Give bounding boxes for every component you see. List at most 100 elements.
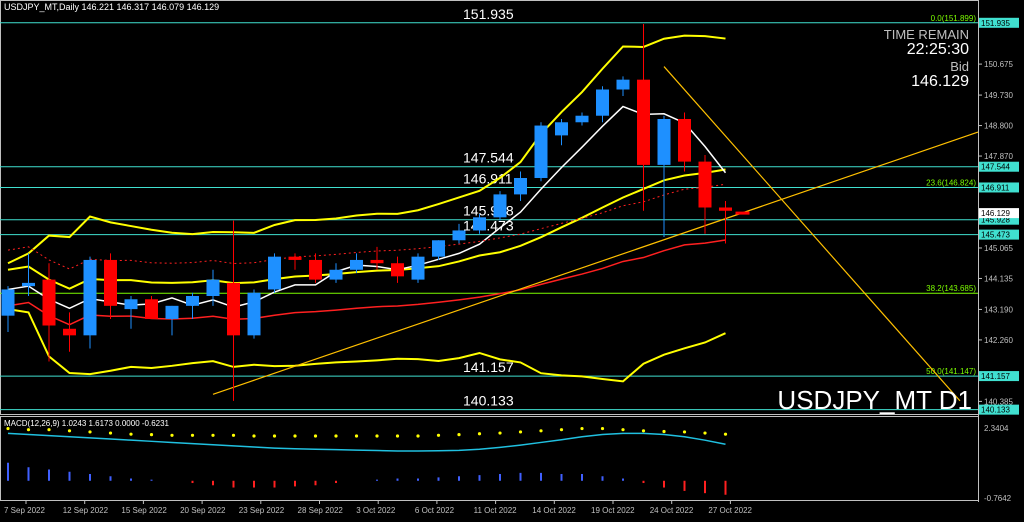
macd-dot	[600, 426, 605, 431]
candle-body	[575, 115, 589, 123]
candle-body	[637, 79, 650, 165]
candle-body	[657, 119, 671, 165]
bid-value: 146.129	[911, 73, 969, 90]
candle-body	[22, 282, 35, 287]
candle[interactable]	[698, 155, 712, 234]
candle[interactable]	[227, 220, 240, 401]
macd-dot	[272, 434, 277, 438]
candle[interactable]	[514, 171, 527, 201]
macd-dot	[108, 431, 113, 435]
candle[interactable]	[247, 289, 261, 339]
level-price-tag-label: 145.473	[981, 231, 1010, 240]
candle[interactable]	[432, 240, 445, 260]
symbol-header: USDJPY_MT,Daily 146.221 146.317 146.079 …	[4, 2, 219, 12]
candle-body	[247, 292, 261, 336]
macd-dot	[231, 433, 236, 437]
candle[interactable]	[329, 263, 343, 283]
macd-dot	[88, 430, 92, 434]
candle-body	[432, 240, 445, 257]
trendline-rising[interactable]	[212, 131, 979, 395]
macd-dot	[580, 426, 584, 431]
time-tick-label: 24 Oct 2022	[650, 506, 694, 515]
level-price-tag-label: 147.544	[981, 163, 1010, 172]
candle[interactable]	[616, 76, 630, 97]
candle[interactable]	[124, 296, 138, 329]
trading-chart-window[interactable]: 151.935 0.0(151.899) 147.544 146.911 23.6(14…	[0, 0, 1024, 522]
candle-body	[268, 256, 281, 290]
current-price-marker	[735, 211, 750, 215]
price-chart[interactable]: 151.935 0.0(151.899) 147.544 146.911 23.6(14…	[0, 0, 1024, 522]
candle[interactable]	[288, 253, 302, 270]
candle[interactable]	[83, 256, 97, 349]
candle-body	[1, 289, 15, 316]
level-label: 147.544	[463, 150, 514, 166]
candle-body	[206, 279, 220, 296]
candle-body	[104, 259, 117, 306]
macd-dot	[252, 434, 256, 438]
candle[interactable]	[534, 122, 548, 182]
candle-body	[555, 122, 568, 136]
candle-body	[350, 259, 363, 270]
candle[interactable]	[555, 119, 568, 146]
candle[interactable]	[637, 23, 650, 211]
candle[interactable]	[63, 312, 76, 352]
candle-body	[452, 230, 466, 241]
candle[interactable]	[596, 86, 609, 123]
candle[interactable]	[719, 200, 732, 244]
candle[interactable]	[165, 305, 179, 336]
level-lines: 151.935 0.0(151.899)147.544146.911 23.6(14…	[0, 6, 978, 411]
candle-body	[514, 178, 527, 195]
candle[interactable]	[391, 256, 404, 283]
candle[interactable]	[1, 286, 15, 333]
macd-tick-label: 2.3404	[984, 424, 1009, 433]
candle[interactable]	[575, 112, 589, 126]
macd-dot	[498, 431, 502, 435]
candle-body	[678, 119, 691, 162]
bid-label: Bid	[950, 59, 969, 74]
macd-dot	[436, 433, 441, 437]
candle[interactable]	[411, 253, 425, 283]
macd-dot	[67, 429, 72, 433]
candle[interactable]	[678, 112, 691, 172]
macd-dot	[621, 428, 625, 432]
level-label: 140.133	[463, 393, 514, 409]
macd-dot	[457, 433, 461, 437]
macd-dot	[395, 434, 400, 438]
price-tick-label: 145.065	[984, 244, 1013, 253]
macd-dot	[682, 430, 687, 434]
candle[interactable]	[104, 253, 117, 319]
time-axis: 7 Sep 2022 12 Sep 2022 15 Sep 2022 20 Sep 2…	[0, 500, 1024, 522]
price-axis: 151.985150.675149.730148.800147.870146.9…	[978, 17, 1019, 415]
fib-level-label: 38.2(143.685)	[926, 284, 976, 293]
candle[interactable]	[350, 253, 363, 274]
price-tick-label: 144.135	[984, 274, 1013, 283]
time-tick-label: 7 Sep 2022	[4, 506, 45, 515]
time-tick-label: 14 Oct 2022	[532, 506, 576, 515]
macd-frame	[0, 416, 979, 501]
price-tick-label: 142.260	[984, 336, 1013, 345]
price-tick-label: 147.870	[984, 152, 1013, 161]
macd-header: MACD(12,26,9) 1.0243 1.6173 0.0000 -0.62…	[4, 419, 170, 428]
candle-body	[493, 194, 507, 218]
trendline-falling[interactable]	[663, 66, 961, 402]
macd-dot	[559, 428, 564, 432]
candle-body	[473, 217, 486, 231]
fib-level-label: 23.6(146.824)	[926, 178, 976, 187]
macd-dot	[129, 432, 133, 436]
time-tick-label: 19 Oct 2022	[591, 506, 635, 515]
macd-tick-label: -0.7642	[984, 494, 1012, 503]
time-tick-label: 12 Sep 2022	[63, 506, 109, 515]
candle-body	[329, 269, 343, 280]
candle[interactable]	[309, 253, 322, 283]
candle[interactable]	[657, 115, 671, 237]
candle[interactable]	[145, 296, 158, 319]
candle[interactable]	[268, 253, 281, 293]
price-tick-label: 143.190	[984, 305, 1013, 314]
candle-body	[370, 259, 384, 264]
macd-dot	[149, 433, 154, 437]
level-price-tag-label: 146.911	[981, 183, 1010, 192]
candle-body	[719, 207, 732, 211]
candle[interactable]	[493, 191, 507, 221]
candle[interactable]	[186, 292, 199, 319]
current-price-tag-label: 146.129	[981, 209, 1010, 218]
